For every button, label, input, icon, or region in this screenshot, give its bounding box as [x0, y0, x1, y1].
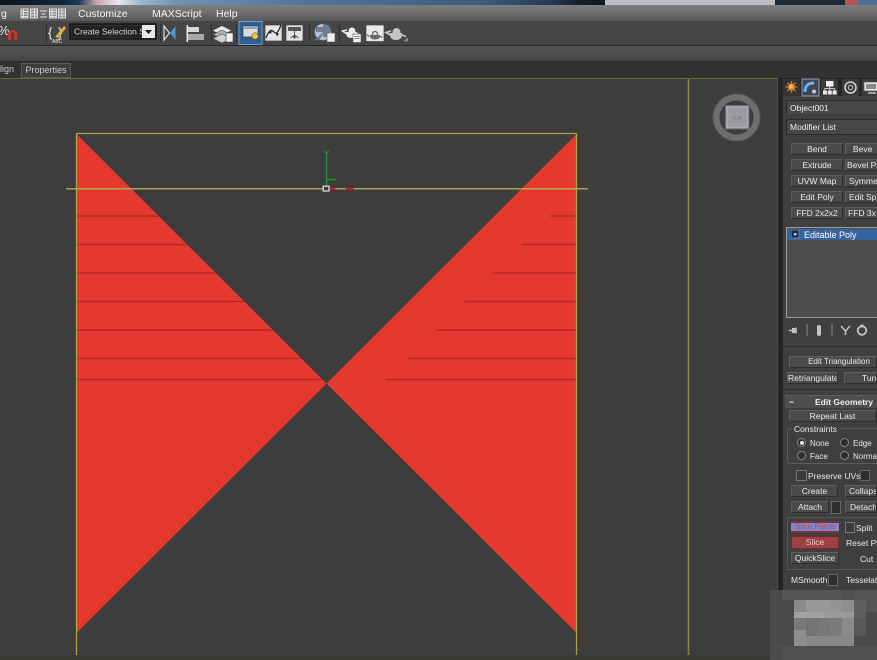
- svg-text:{: {: [48, 25, 53, 40]
- svg-text:ABC: ABC: [52, 39, 63, 45]
- svg-text:Create Selection Se: Create Selection Se: [74, 27, 150, 37]
- svg-text:TOP: TOP: [731, 116, 743, 122]
